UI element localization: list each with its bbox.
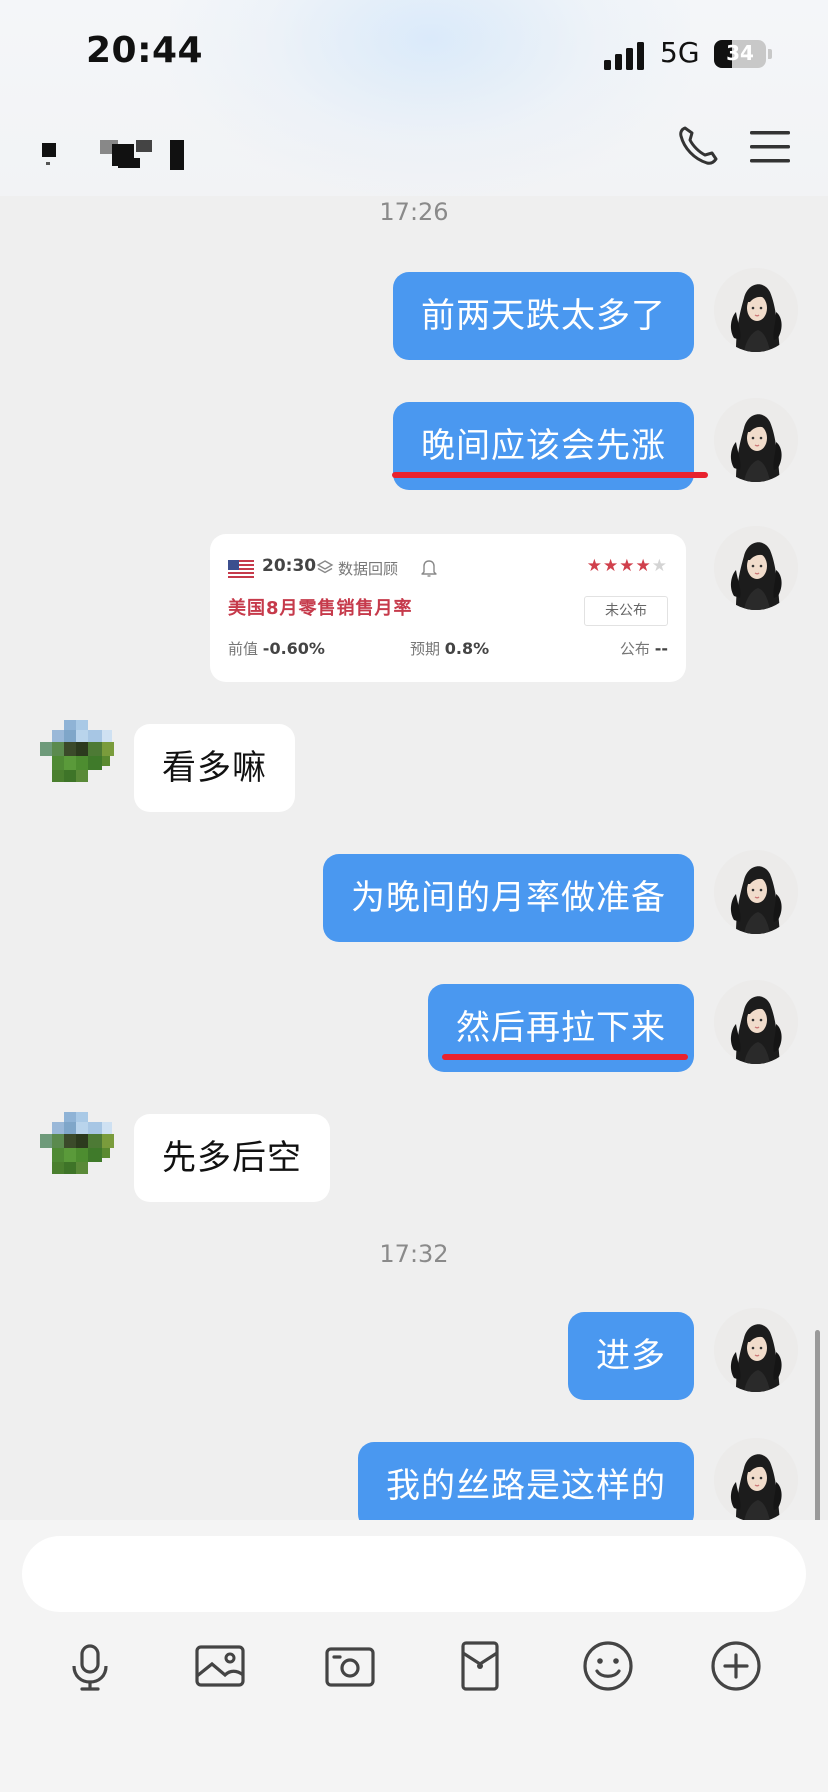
timestamp: 17:26 bbox=[379, 198, 449, 226]
image-icon[interactable] bbox=[192, 1638, 248, 1694]
scrollbar[interactable] bbox=[815, 1330, 820, 1520]
avatar-self[interactable] bbox=[714, 398, 798, 482]
layers-icon bbox=[316, 560, 334, 574]
star-icon: ★ bbox=[651, 556, 668, 576]
previous-value: 前值 -0.60% bbox=[228, 639, 325, 658]
emoji-icon[interactable] bbox=[580, 1638, 636, 1694]
network-type: 5G bbox=[660, 36, 700, 69]
actual-value: 公布 -- bbox=[619, 639, 668, 658]
avatar-other-pixelated[interactable] bbox=[40, 720, 116, 804]
timestamp: 17:32 bbox=[379, 1240, 449, 1268]
event-time: 20:30 bbox=[262, 556, 317, 576]
red-packet-icon[interactable] bbox=[452, 1638, 508, 1694]
star-icon: ★ bbox=[619, 556, 636, 576]
bell-icon[interactable] bbox=[420, 558, 438, 578]
avatar-self[interactable] bbox=[714, 526, 798, 610]
microphone-icon[interactable] bbox=[62, 1638, 118, 1694]
avatar-self[interactable] bbox=[714, 1438, 798, 1520]
data-review-link[interactable]: 数据回顾 bbox=[338, 558, 398, 579]
menu-icon[interactable] bbox=[748, 128, 792, 166]
event-title: 美国8月零售销售月率 bbox=[228, 598, 413, 619]
avatar-self[interactable] bbox=[714, 268, 798, 352]
battery-tip bbox=[768, 49, 772, 59]
avatar-self[interactable] bbox=[714, 850, 798, 934]
battery-icon: 34 bbox=[714, 40, 766, 68]
avatar-self[interactable] bbox=[714, 1308, 798, 1392]
avatar-self[interactable] bbox=[714, 980, 798, 1064]
message-bubble-out[interactable]: 为晚间的月率做准备 bbox=[323, 854, 694, 942]
battery-level: 34 bbox=[726, 41, 754, 65]
contact-name-pixelated[interactable] bbox=[40, 140, 190, 170]
star-icon: ★ bbox=[635, 556, 652, 576]
plus-icon[interactable] bbox=[708, 1638, 764, 1694]
camera-icon[interactable] bbox=[322, 1638, 378, 1694]
phone-icon[interactable] bbox=[676, 124, 720, 168]
chat-area[interactable]: 17:26 前两天跌太多了 晚间应该会先涨 20:30 数据回顾 ★★★★★ 美… bbox=[0, 196, 828, 1520]
message-bubble-out[interactable]: 进多 bbox=[568, 1312, 694, 1400]
avatar-other-pixelated[interactable] bbox=[40, 1112, 116, 1196]
release-status-badge: 未公布 bbox=[584, 596, 668, 626]
message-input[interactable] bbox=[22, 1536, 806, 1612]
message-bubble-out[interactable]: 我的丝路是这样的 bbox=[358, 1442, 694, 1520]
forecast-value: 预期 0.8% bbox=[410, 639, 490, 658]
red-underline-mark bbox=[392, 472, 708, 478]
star-icon: ★ bbox=[586, 556, 603, 576]
message-bubble-out[interactable]: 前两天跌太多了 bbox=[393, 272, 694, 360]
us-flag-icon bbox=[228, 560, 254, 578]
star-icon: ★ bbox=[603, 556, 620, 576]
signal-icon bbox=[604, 42, 644, 70]
input-area bbox=[0, 1520, 828, 1792]
economic-event-card[interactable]: 20:30 数据回顾 ★★★★★ 美国8月零售销售月率 未公布 前值 -0.60… bbox=[210, 534, 686, 682]
top-bar: 20:44 5G 34 bbox=[0, 0, 828, 196]
importance-stars: ★★★★★ bbox=[587, 556, 668, 576]
message-bubble-in[interactable]: 先多后空 bbox=[134, 1114, 330, 1202]
message-bubble-in[interactable]: 看多嘛 bbox=[134, 724, 295, 812]
status-time: 20:44 bbox=[86, 30, 204, 71]
red-underline-mark bbox=[442, 1054, 688, 1060]
